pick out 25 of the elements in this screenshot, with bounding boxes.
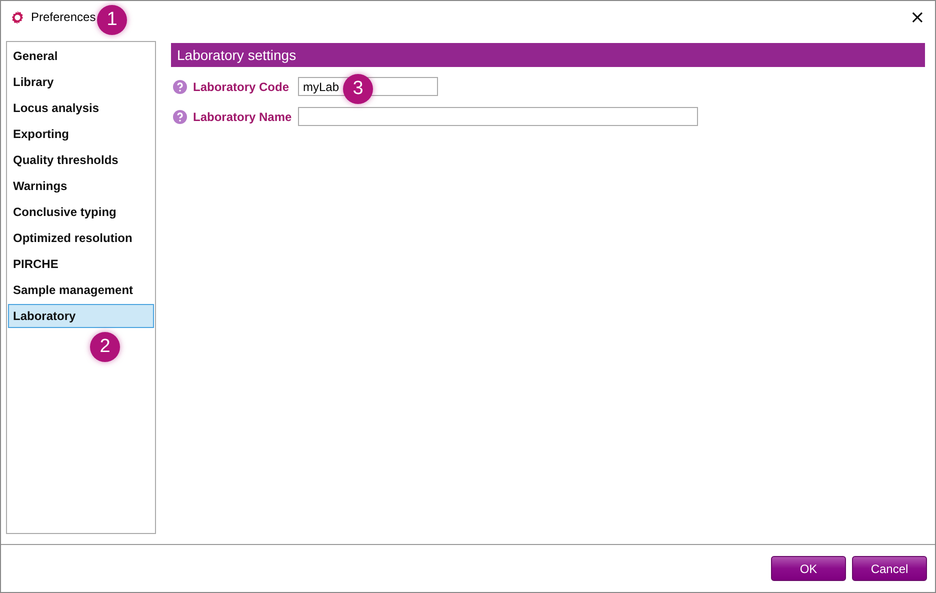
gear-icon [10, 10, 25, 24]
sidebar-item[interactable]: Conclusive typing [8, 200, 154, 224]
sidebar-item[interactable]: Sample management [8, 278, 154, 302]
close-button[interactable]: × [900, 6, 935, 28]
window-title: Preferences [31, 10, 96, 24]
text-field[interactable] [298, 107, 698, 126]
callout-badge: 1 [97, 5, 127, 35]
cancel-button[interactable]: Cancel [852, 556, 927, 581]
sidebar-item[interactable]: Library [8, 70, 154, 94]
callout-badge: 3 [343, 74, 373, 104]
sidebar-item[interactable]: General [8, 44, 154, 68]
help-icon[interactable] [173, 110, 187, 124]
sidebar-item[interactable]: Exporting [8, 122, 154, 146]
field-label: Laboratory Name [193, 108, 292, 124]
ok-button[interactable]: OK [771, 556, 846, 581]
help-icon[interactable] [173, 80, 187, 94]
callout-badge: 2 [90, 332, 120, 362]
sidebar-item[interactable]: Warnings [8, 174, 154, 198]
sidebar-item[interactable]: PIRCHE [8, 252, 154, 276]
section-header: Laboratory settings [171, 43, 925, 67]
field-label: Laboratory Code [193, 78, 290, 94]
sidebar-item[interactable]: Quality thresholds [8, 148, 154, 172]
sidebar-item[interactable]: Locus analysis [8, 96, 154, 120]
sidebar-item[interactable]: Laboratory [8, 304, 154, 328]
sidebar-item[interactable]: Optimized resolution [8, 226, 154, 250]
